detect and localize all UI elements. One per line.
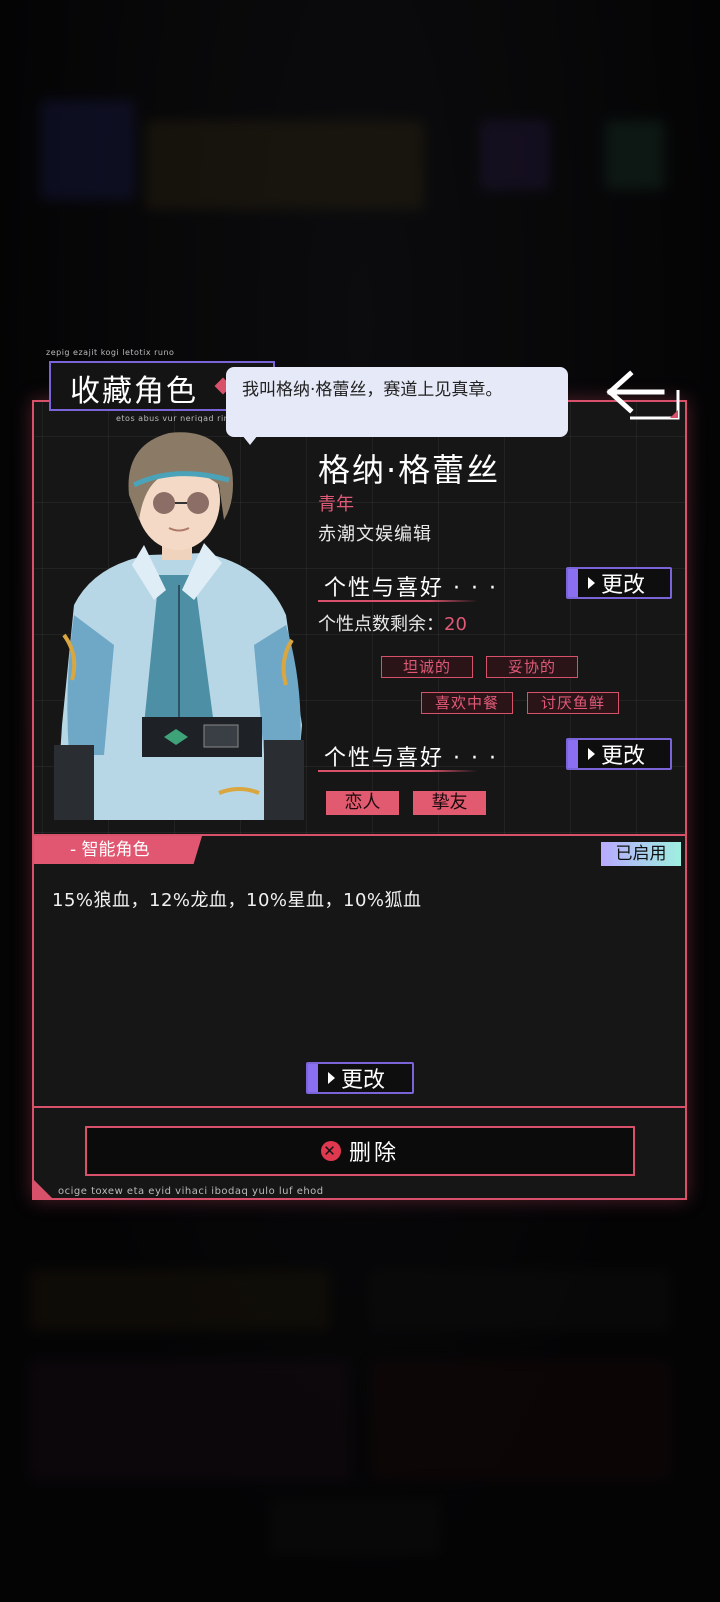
points-label: 个性点数剩余： bbox=[318, 614, 444, 635]
page-title: 收藏角色 bbox=[70, 374, 198, 409]
relationship-tag: 恋人 bbox=[326, 791, 399, 815]
relationship-tag: 挚友 bbox=[413, 791, 486, 815]
trait-tag: 讨厌鱼鲜 bbox=[527, 692, 619, 714]
delete-label: 删除 bbox=[348, 1141, 399, 1166]
relationships-heading: 个性与喜好 · · · bbox=[324, 746, 498, 771]
character-portrait bbox=[54, 432, 304, 820]
change-label: 更改 bbox=[341, 1068, 386, 1093]
play-triangle-icon bbox=[588, 748, 595, 760]
button-accent bbox=[568, 740, 578, 768]
change-relationships-button[interactable]: 更改 bbox=[566, 738, 672, 770]
decor-text-sub: etos abus vur neriqad rim bbox=[116, 414, 232, 423]
personality-points: 个性点数剩余：20 bbox=[318, 610, 467, 636]
play-triangle-icon bbox=[588, 577, 595, 589]
panel-divider-top bbox=[34, 834, 685, 836]
character-name: 格纳·格蕾丝 bbox=[318, 451, 501, 489]
smart-role-label-text: - 智能角色 bbox=[70, 840, 150, 860]
personality-underline bbox=[318, 600, 478, 602]
status-badge: 已启用 bbox=[601, 842, 681, 866]
button-accent bbox=[568, 569, 578, 597]
panel-divider-bottom bbox=[34, 1106, 685, 1108]
delete-button[interactable]: ✕ 删除 bbox=[85, 1126, 635, 1176]
play-triangle-icon bbox=[328, 1072, 335, 1084]
back-arrow-icon[interactable] bbox=[600, 368, 684, 432]
change-personality-button[interactable]: 更改 bbox=[566, 567, 672, 599]
smart-role-label: - 智能角色 bbox=[34, 836, 202, 864]
trait-tag: 坦诚的 bbox=[381, 656, 473, 678]
decor-text-bottom: ocige toxew eta eyid vihaci ibodaq yulo … bbox=[58, 1186, 324, 1197]
change-label: 更改 bbox=[601, 573, 646, 598]
smart-role-description: 15%狼血，12%龙血，10%星血，10%狐血 bbox=[52, 890, 422, 911]
personality-heading: 个性与喜好 · · · bbox=[324, 576, 498, 601]
button-accent bbox=[308, 1064, 318, 1092]
trait-tag: 妥协的 bbox=[486, 656, 578, 678]
trait-tag: 喜欢中餐 bbox=[421, 692, 513, 714]
change-label: 更改 bbox=[601, 744, 646, 769]
character-occupation: 赤潮文娱编辑 bbox=[318, 524, 432, 545]
character-age-group: 青年 bbox=[318, 494, 354, 515]
relationships-underline bbox=[318, 770, 478, 772]
points-value: 20 bbox=[444, 614, 467, 635]
close-circle-icon: ✕ bbox=[320, 1141, 341, 1161]
change-smart-role-button[interactable]: 更改 bbox=[306, 1062, 414, 1094]
decor-text-top: zepig ezajit kogi letotix runo bbox=[46, 348, 175, 357]
panel-corner-decor bbox=[34, 1180, 52, 1198]
